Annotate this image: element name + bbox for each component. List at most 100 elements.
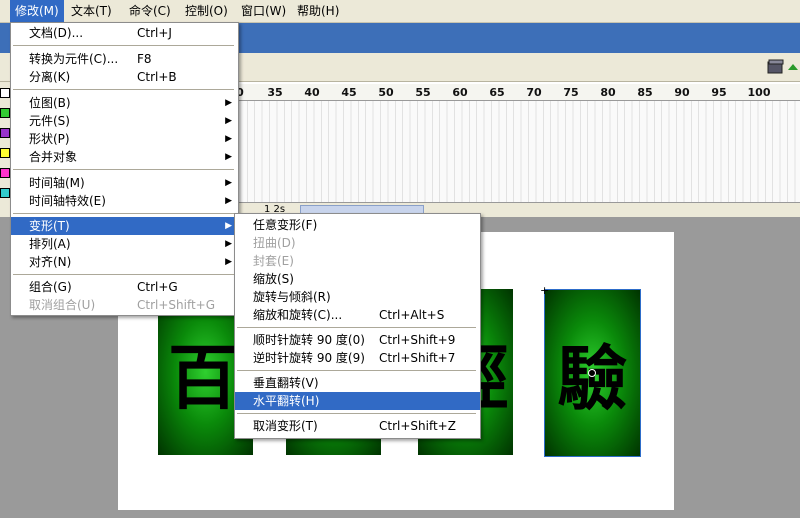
menu-item-label: 垂直翻转(V) [253, 376, 319, 390]
menu-item-arrange[interactable]: 排列(A) ▶ [11, 235, 238, 253]
submenu-arrow-icon: ▶ [225, 98, 232, 108]
menu-item-convert-symbol[interactable]: 转换为元件(C)... F8 [11, 50, 238, 68]
menu-item-label: 元件(S) [29, 114, 70, 128]
menu-item-label: 时间轴特效(E) [29, 194, 106, 208]
menu-item-align[interactable]: 对齐(N) ▶ [11, 253, 238, 271]
menu-separator [13, 89, 234, 90]
menu-item-shortcut: F8 [137, 52, 152, 66]
scene-icon[interactable] [766, 58, 800, 76]
menu-item-shortcut: Ctrl+Shift+7 [379, 351, 456, 365]
menu-item-distort[interactable]: 扭曲(D) [235, 234, 480, 252]
layer-color-swatch [0, 148, 10, 158]
submenu-arrow-icon: ▶ [225, 116, 232, 126]
modify-menu: 文档(D)... Ctrl+J 转换为元件(C)... F8 分离(K) Ctr… [10, 22, 239, 316]
menu-item-transform[interactable]: 变形(T) ▶ [11, 217, 238, 235]
menu-item-bitmap[interactable]: 位图(B) ▶ [11, 94, 238, 112]
menu-item-shortcut: Ctrl+Alt+S [379, 308, 445, 322]
menu-item-label: 封套(E) [253, 254, 294, 268]
ruler-tick: 60 [452, 86, 468, 99]
submenu-arrow-icon: ▶ [225, 178, 232, 188]
ruler-tick: 35 [267, 86, 283, 99]
menu-item-label: 扭曲(D) [253, 236, 296, 250]
transform-submenu: 任意变形(F) 扭曲(D) 封套(E) 缩放(S) 旋转与倾斜(R) 缩放和旋转… [234, 213, 481, 439]
menu-separator [237, 413, 476, 414]
menu-separator [13, 45, 234, 46]
menu-item-flip-vertical[interactable]: 垂直翻转(V) [235, 374, 480, 392]
menu-item-label: 逆时针旋转 90 度(9) [253, 351, 365, 365]
menu-item-label: 合并对象 [29, 150, 78, 164]
menu-item-shortcut: Ctrl+Shift+9 [379, 333, 456, 347]
ruler-tick: 90 [674, 86, 690, 99]
menu-item-break-apart[interactable]: 分离(K) Ctrl+B [11, 68, 238, 86]
ruler-tick: 100 [747, 86, 771, 99]
menu-item-shortcut: Ctrl+Shift+Z [379, 419, 456, 433]
ruler-tick: 55 [415, 86, 431, 99]
menu-item-free-transform[interactable]: 任意变形(F) [235, 216, 480, 234]
menu-bar: 修改(M) 文本(T) 命令(C) 控制(O) 窗口(W) 帮助(H) [0, 0, 800, 23]
menu-item-label: 排列(A) [29, 237, 71, 251]
ruler-tick: 50 [378, 86, 394, 99]
ruler-tick: 75 [563, 86, 579, 99]
menu-item-label: 顺时针旋转 90 度(0) [253, 333, 365, 347]
menu-text[interactable]: 文本(T) [66, 0, 117, 22]
menu-separator [237, 370, 476, 371]
ruler-tick: 40 [304, 86, 320, 99]
glyph-card-4-selected[interactable]: 驗 [544, 289, 641, 457]
menu-separator [13, 274, 234, 275]
menu-item-scale-rotate[interactable]: 缩放和旋转(C)... Ctrl+Alt+S [235, 306, 480, 324]
ruler-tick: 80 [600, 86, 616, 99]
menu-item-shortcut: Ctrl+B [137, 70, 177, 84]
menu-item-label: 变形(T) [29, 219, 70, 233]
menu-item-label: 任意变形(F) [253, 218, 318, 232]
menu-separator [237, 327, 476, 328]
menu-item-label: 时间轴(M) [29, 176, 85, 190]
transform-point-icon[interactable] [588, 369, 596, 377]
menu-item-timeline-effects[interactable]: 时间轴特效(E) ▶ [11, 192, 238, 210]
layer-color-swatch [0, 108, 10, 118]
menu-item-rotate-cw[interactable]: 顺时针旋转 90 度(0) Ctrl+Shift+9 [235, 331, 480, 349]
frame-ruler: 0 35 40 45 50 55 60 65 70 75 80 85 90 95… [232, 84, 800, 101]
menu-item-label: 对齐(N) [29, 255, 72, 269]
menu-item-document[interactable]: 文档(D)... Ctrl+J [11, 24, 238, 42]
submenu-arrow-icon: ▶ [225, 239, 232, 249]
menu-item-remove-transform[interactable]: 取消变形(T) Ctrl+Shift+Z [235, 417, 480, 435]
menu-item-label: 转换为元件(C)... [29, 52, 119, 66]
submenu-arrow-icon: ▶ [225, 221, 232, 231]
menu-item-rotate-ccw[interactable]: 逆时针旋转 90 度(9) Ctrl+Shift+7 [235, 349, 480, 367]
menu-help[interactable]: 帮助(H) [292, 0, 344, 22]
menu-item-symbol[interactable]: 元件(S) ▶ [11, 112, 238, 130]
menu-item-shortcut: Ctrl+G [137, 280, 178, 294]
submenu-arrow-icon: ▶ [225, 134, 232, 144]
menu-item-scale[interactable]: 缩放(S) [235, 270, 480, 288]
menu-control[interactable]: 控制(O) [180, 0, 233, 22]
menu-item-label: 旋转与倾斜(R) [253, 290, 331, 304]
menu-item-flip-horizontal[interactable]: 水平翻转(H) [235, 392, 480, 410]
menu-item-label: 缩放(S) [253, 272, 294, 286]
crosshair-icon: + [540, 284, 550, 297]
menu-item-group[interactable]: 组合(G) Ctrl+G [11, 278, 238, 296]
menu-item-shortcut: Ctrl+Shift+G [137, 298, 216, 312]
frame-grid[interactable] [232, 101, 800, 202]
menu-item-envelope[interactable]: 封套(E) [235, 252, 480, 270]
submenu-arrow-icon: ▶ [225, 196, 232, 206]
layer-color-swatch [0, 128, 10, 138]
menu-item-combine[interactable]: 合并对象 ▶ [11, 148, 238, 166]
menu-item-label: 分离(K) [29, 70, 71, 84]
menu-item-label: 位图(B) [29, 96, 71, 110]
menu-item-shape[interactable]: 形状(P) ▶ [11, 130, 238, 148]
menu-item-label: 取消组合(U) [29, 298, 96, 312]
menu-item-ungroup[interactable]: 取消组合(U) Ctrl+Shift+G [11, 296, 238, 314]
menu-modify[interactable]: 修改(M) [10, 0, 64, 22]
menu-item-label: 水平翻转(H) [253, 394, 320, 408]
menu-commands[interactable]: 命令(C) [124, 0, 176, 22]
menu-separator [13, 169, 234, 170]
menu-item-rotate-skew[interactable]: 旋转与倾斜(R) [235, 288, 480, 306]
ruler-tick: 70 [526, 86, 542, 99]
submenu-arrow-icon: ▶ [225, 152, 232, 162]
menu-item-label: 文档(D)... [29, 26, 84, 40]
menu-item-label: 取消变形(T) [253, 419, 318, 433]
menu-window[interactable]: 窗口(W) [236, 0, 291, 22]
submenu-arrow-icon: ▶ [225, 257, 232, 267]
ruler-tick: 85 [637, 86, 653, 99]
menu-item-timeline[interactable]: 时间轴(M) ▶ [11, 174, 238, 192]
